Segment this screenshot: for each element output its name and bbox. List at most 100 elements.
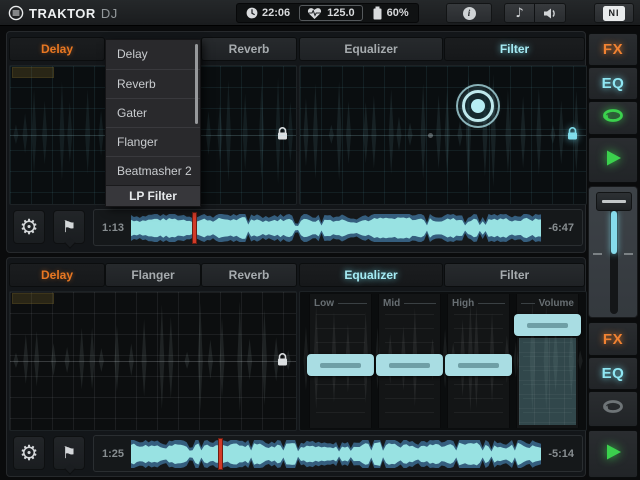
heart-pulse-icon <box>308 7 322 19</box>
loop-icon <box>601 108 625 128</box>
flag-icon: ⚑ <box>61 443 77 462</box>
eq-lane-low[interactable]: Low <box>307 294 374 428</box>
deck-a-cue-flag-button[interactable]: ⚑ <box>53 210 85 244</box>
eq-low-slider-handle[interactable] <box>307 354 374 376</box>
filter-pad-waveform <box>303 73 579 188</box>
deck-b-cue-flag-button[interactable]: ⚑ <box>53 436 85 470</box>
eq-high-label: High <box>452 298 505 309</box>
fader-active-segment <box>611 211 617 254</box>
eq-mid-slider-handle[interactable] <box>376 354 443 376</box>
library-volume-group: ♪ <box>504 3 566 23</box>
fx-menu-scrollbar[interactable] <box>195 44 198 124</box>
fader-center-mark <box>624 253 633 255</box>
app-brand: TRAKTOR DJ <box>8 0 118 26</box>
play-icon <box>604 149 623 172</box>
eq-mid-label: Mid <box>383 298 436 309</box>
deck-a-play-button[interactable] <box>588 137 638 183</box>
eq-high-slider-handle[interactable] <box>445 354 512 376</box>
deck-b-settings-button[interactable]: ⚙ <box>13 436 45 470</box>
music-note-icon: ♪ <box>515 5 524 21</box>
deck-b-filter-tab[interactable]: Filter <box>444 263 585 287</box>
battery-icon <box>373 6 382 20</box>
info-button[interactable]: i <box>446 3 492 23</box>
fx-pad-highlight <box>12 293 54 304</box>
deck-b-play-button[interactable] <box>588 430 638 478</box>
fx-menu-selected-item[interactable]: LP Filter <box>106 185 200 206</box>
waveform-svg <box>131 439 542 468</box>
filter-touch-target[interactable] <box>456 84 500 128</box>
topbar-buttons: i ♪ NI <box>446 3 634 23</box>
brand-name: TRAKTOR <box>29 5 96 21</box>
fx-pad-lock-icon[interactable] <box>276 126 289 146</box>
battery-display: 60% <box>372 6 409 20</box>
bpm-display[interactable]: 125.0 <box>299 5 363 21</box>
fx-pad-lock-icon[interactable] <box>276 352 289 372</box>
deck-a-equalizer-tab[interactable]: Equalizer <box>299 37 443 61</box>
playhead-marker <box>219 438 223 469</box>
filter-pad-center-dot <box>428 133 433 138</box>
deck-b-equalizer-tab[interactable]: Equalizer <box>299 263 443 287</box>
fx-menu-item[interactable]: Flanger <box>106 127 200 156</box>
eq-lane-volume[interactable]: Volume <box>514 294 581 428</box>
bpm-value: 125.0 <box>327 7 355 19</box>
deck-b-track-overview[interactable]: 1:25 -5:14 <box>93 435 583 472</box>
deck-a-fx-slot3-tab[interactable]: Reverb <box>201 37 297 61</box>
remaining-time: -5:14 <box>548 447 574 460</box>
deck-a-settings-button[interactable]: ⚙ <box>13 210 45 244</box>
volume-button[interactable] <box>535 4 565 22</box>
filter-pad-lock-icon[interactable] <box>566 126 579 146</box>
deck-a-eq-button[interactable]: EQ <box>588 67 638 100</box>
deck-a-track-overview[interactable]: 1:13 -6:47 <box>93 209 583 246</box>
clock-display: 22:06 <box>246 7 290 19</box>
deck-a-fx-button[interactable]: FX <box>588 33 638 66</box>
deck-b-fx-slot3-tab[interactable]: Reverb <box>201 263 297 287</box>
eq-volume-label: Volume <box>521 298 574 309</box>
top-bar: TRAKTOR DJ 22:06 125.0 60% i ♪ NI <box>0 0 640 26</box>
flag-icon: ⚑ <box>61 217 77 236</box>
status-pill: 22:06 125.0 60% <box>236 3 419 23</box>
deck-a-filter-tab[interactable]: Filter <box>444 37 585 61</box>
deck-b-fx-pad[interactable] <box>9 291 297 431</box>
overview-waveform[interactable] <box>131 438 542 469</box>
deck-b-fx-slot2-tab[interactable]: Flanger <box>105 263 201 287</box>
fx-menu-item[interactable]: Reverb <box>106 69 200 98</box>
fx-pad-waveform <box>13 301 291 412</box>
eq-lane-high[interactable]: High <box>445 294 512 428</box>
loop-icon <box>601 399 625 419</box>
traktor-logo-icon <box>8 5 24 21</box>
fx-menu-item[interactable]: Delay <box>106 40 200 69</box>
gear-icon: ⚙ <box>19 214 39 239</box>
overview-waveform[interactable] <box>131 212 542 243</box>
deck-a-filter-pad[interactable] <box>299 65 587 205</box>
vertical-fader[interactable] <box>588 186 638 318</box>
playhead-marker <box>192 212 196 243</box>
speaker-icon <box>543 8 555 18</box>
target-dot <box>471 99 485 113</box>
fx-menu-item[interactable]: Beatmasher 2 <box>106 156 200 185</box>
elapsed-time: 1:25 <box>102 447 125 460</box>
deck-b-fx-slot1-tab[interactable]: Delay <box>9 263 105 287</box>
fx-menu-item[interactable]: Gater <box>106 98 200 127</box>
elapsed-time: 1:13 <box>102 221 125 234</box>
brand-suffix: DJ <box>100 5 118 21</box>
deck-b-fx-button[interactable]: FX <box>588 322 638 356</box>
volume-level-fill <box>519 338 576 425</box>
traktor-dj-screen: TRAKTOR DJ 22:06 125.0 60% i ♪ NI Delay … <box>0 0 640 480</box>
deck-a-fx-slot1-tab[interactable]: Delay <box>9 37 105 61</box>
deck-a-loop-button[interactable] <box>588 101 638 135</box>
gear-icon: ⚙ <box>19 440 39 465</box>
native-instruments-button[interactable]: NI <box>594 3 634 23</box>
deck-b-eq-button[interactable]: EQ <box>588 357 638 390</box>
clock-value: 22:06 <box>262 7 291 19</box>
clock-icon <box>246 7 258 19</box>
info-icon: i <box>462 6 476 20</box>
volume-slider-handle[interactable] <box>514 314 581 336</box>
fader-handle[interactable] <box>596 192 632 211</box>
remaining-time: -6:47 <box>548 221 574 234</box>
deck-b-loop-button[interactable] <box>588 391 638 427</box>
eq-lane-mid[interactable]: Mid <box>376 294 443 428</box>
fader-center-mark <box>593 253 602 255</box>
music-library-button[interactable]: ♪ <box>505 4 535 22</box>
deck-a: Delay Reverb Equalizer Filter Delay Reve… <box>6 31 587 253</box>
play-icon <box>604 443 623 466</box>
